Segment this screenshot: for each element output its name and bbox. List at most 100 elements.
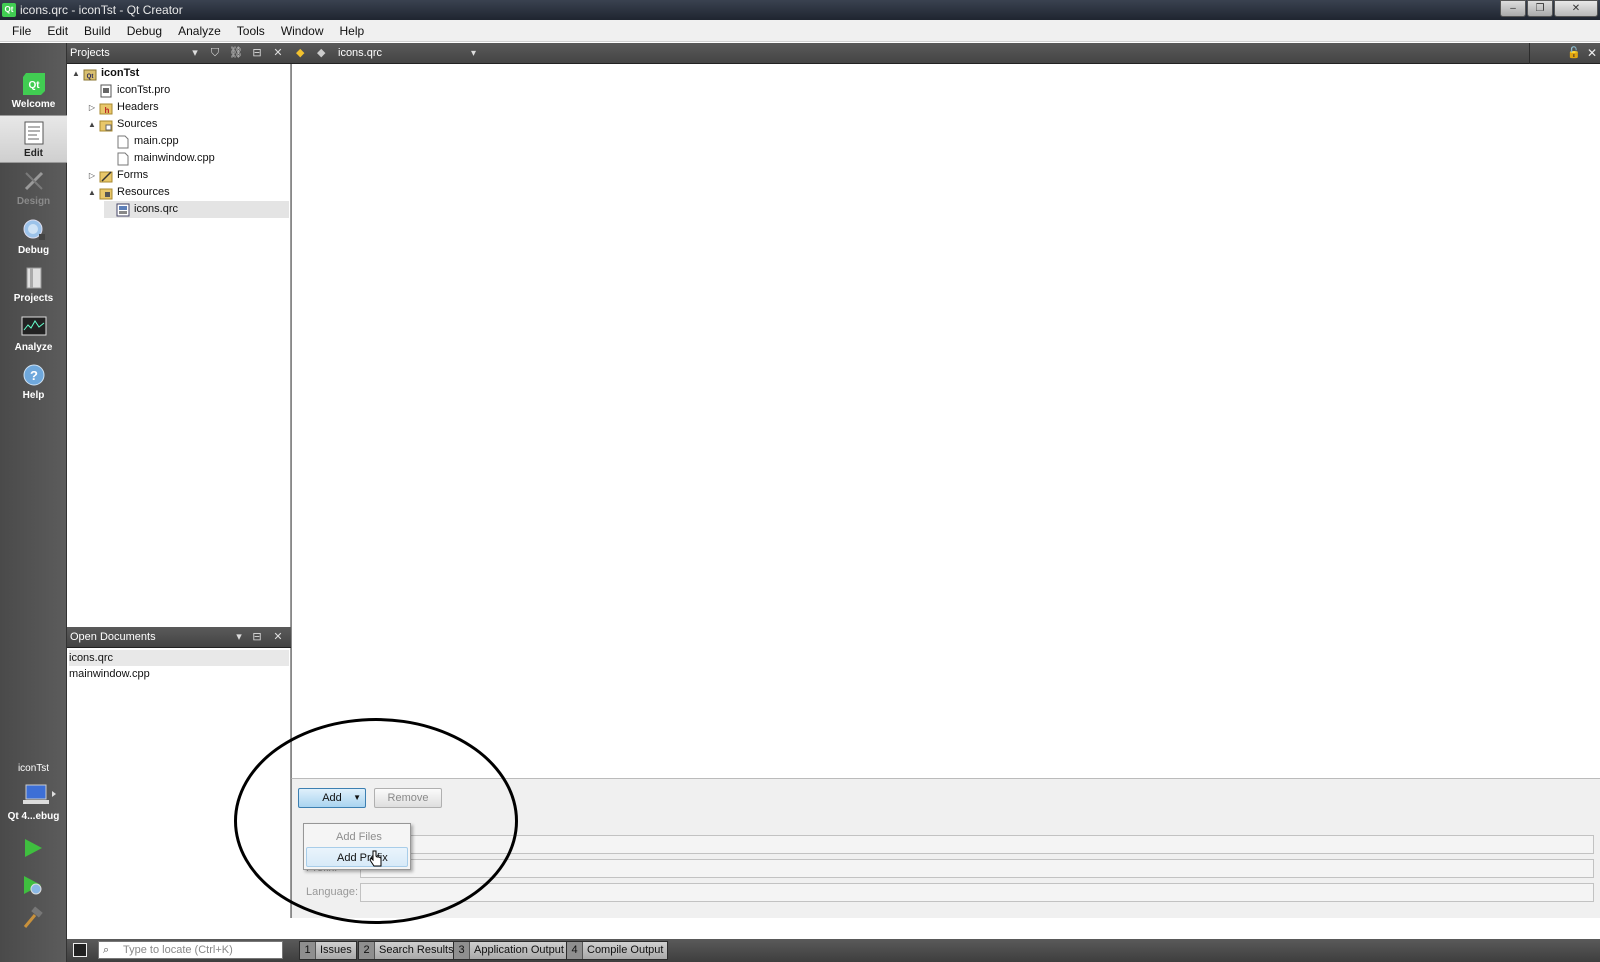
sources-folder-icon [99,118,113,132]
language-label: Language: [306,886,358,898]
svg-text:h: h [105,106,110,115]
split-icon[interactable]: ⊟ [250,630,264,644]
maximize-button[interactable]: ❐ [1527,0,1553,17]
status-bar: ⌕ Type to locate (Ctrl+K) 1 Issues 2 Sea… [67,939,1600,962]
mode-help[interactable]: ? Help [0,358,67,406]
analyze-monitor-icon [21,314,47,340]
prefix-field[interactable] [360,859,1594,878]
lock-icon: 🔓 [1567,47,1581,59]
tree-item-sources[interactable]: ▲ Sources [87,116,289,133]
close-icon[interactable]: ✕ [271,46,285,60]
current-file-selector[interactable]: icons.qrc [338,43,382,64]
menu-debug[interactable]: Debug [119,20,170,42]
minimize-button[interactable]: – [1500,0,1526,17]
mode-label: Edit [24,148,43,159]
headers-folder-icon: h [99,101,113,115]
output-issues-button[interactable]: 1 Issues [299,941,357,960]
menu-edit[interactable]: Edit [39,20,76,42]
build-button[interactable] [20,905,46,931]
mode-debug[interactable]: Debug [0,213,67,261]
projects-pane-title[interactable]: Projects [70,47,110,59]
output-application-output-button[interactable]: 3 Application Output [453,941,569,960]
back-arrow-icon[interactable]: ◆ [296,46,304,59]
menu-item-add-prefix[interactable]: Add Prefix [306,847,408,867]
tree-item-label: mainwindow.cpp [134,152,215,164]
mode-edit[interactable]: Edit [0,115,67,163]
filter-icon[interactable]: ⛉ [208,46,222,60]
tree-item-iconTst-pro[interactable]: iconTst.pro [87,82,289,99]
add-button-label: Add [322,792,342,804]
file-icon [116,152,130,166]
mode-label: Design [16,196,51,207]
tree-item-icons-qrc[interactable]: icons.qrc [104,201,289,218]
locator-input[interactable]: ⌕ Type to locate (Ctrl+K) [98,941,283,959]
bug-icon [21,217,47,243]
menu-analyze[interactable]: Analyze [170,20,229,42]
resources-folder-icon [99,186,113,200]
title-bar: Qt icons.qrc - iconTst - Qt Creator – ❐ … [0,0,1600,20]
mode-projects[interactable]: Projects [0,261,67,309]
menu-help[interactable]: Help [332,20,373,42]
mode-welcome[interactable]: Qt Welcome [0,67,67,115]
open-documents-title[interactable]: Open Documents [70,631,156,643]
search-icon: ⌕ [103,944,110,956]
tree-item-main-cpp[interactable]: main.cpp [104,133,289,150]
mode-design[interactable]: Design [0,164,67,212]
hand-cursor-icon [369,850,382,867]
output-number: 1 [300,942,316,959]
project-icon: Qt [83,67,97,81]
menu-window[interactable]: Window [273,20,332,42]
debug-play-icon [24,876,42,895]
resource-tree-view[interactable] [291,64,1600,778]
link-icon[interactable]: ⛓ [229,46,243,60]
window-title: icons.qrc - iconTst - Qt Creator [20,3,183,17]
alias-field[interactable] [360,835,1594,854]
tree-item-resources[interactable]: ▲ Resources [87,184,289,201]
tree-item-iconTst[interactable]: ▲ Qt iconTst [71,65,289,82]
close-document-icon[interactable]: ✕ [1587,46,1597,60]
output-search-results-button[interactable]: 2 Search Results [358,941,459,960]
chevron-down-icon[interactable]: ▾ [232,630,246,644]
menu-item-add-files[interactable]: Add Files [306,827,408,847]
resource-editor-panel: Add ▼ Remove Prefix: Language: [291,778,1600,918]
svg-text:?: ? [30,368,38,383]
mode-analyze[interactable]: Analyze [0,310,67,358]
forward-arrow-icon[interactable]: ◆ [317,46,325,59]
tree-item-headers[interactable]: ▷ h Headers [87,99,289,116]
sidebar-toggle-icon[interactable] [73,943,87,957]
remove-button[interactable]: Remove [374,788,442,808]
open-documents-list: icons.qrc mainwindow.cpp [67,648,291,918]
split-icon[interactable]: ⊟ [250,46,264,60]
add-dropdown-menu: Add Files Add Prefix [303,823,411,870]
chevron-down-icon[interactable]: ▾ [188,46,202,60]
document-edit-icon [21,120,47,146]
tree-item-forms[interactable]: ▷ Forms [87,167,289,184]
tree-item-label: iconTst [101,67,140,79]
close-icon[interactable]: ✕ [271,630,285,644]
close-window-button[interactable]: ✕ [1554,0,1598,17]
language-field[interactable] [360,883,1594,902]
open-document-item[interactable]: icons.qrc [69,650,289,666]
expand-arrow-icon[interactable]: ▲ [71,65,81,82]
open-document-item[interactable]: mainwindow.cpp [69,666,289,682]
output-compile-output-button[interactable]: 4 Compile Output [566,941,669,960]
menu-tools[interactable]: Tools [229,20,273,42]
collapse-arrow-icon[interactable]: ▲ [87,184,97,201]
add-button[interactable]: Add ▼ [298,788,366,808]
collapse-arrow-icon[interactable]: ▲ [87,116,97,133]
expand-arrow-icon[interactable]: ▷ [87,167,97,184]
chevron-down-icon[interactable]: ▾ [471,43,476,64]
kit-selector[interactable] [20,783,56,807]
mode-label: Analyze [14,342,53,353]
tree-item-label: Resources [117,186,170,198]
menu-build[interactable]: Build [76,20,119,42]
qt-creator-app-icon: Qt [2,3,16,17]
expand-arrow-icon[interactable]: ▷ [87,99,97,116]
debug-run-button[interactable] [20,873,46,899]
tree-item-label: icons.qrc [134,203,179,215]
tree-item-mainwindow-cpp[interactable]: mainwindow.cpp [104,150,289,167]
pro-file-icon [99,84,113,98]
run-button[interactable] [20,835,46,861]
menu-file[interactable]: File [4,20,39,42]
forms-folder-icon [99,169,113,183]
